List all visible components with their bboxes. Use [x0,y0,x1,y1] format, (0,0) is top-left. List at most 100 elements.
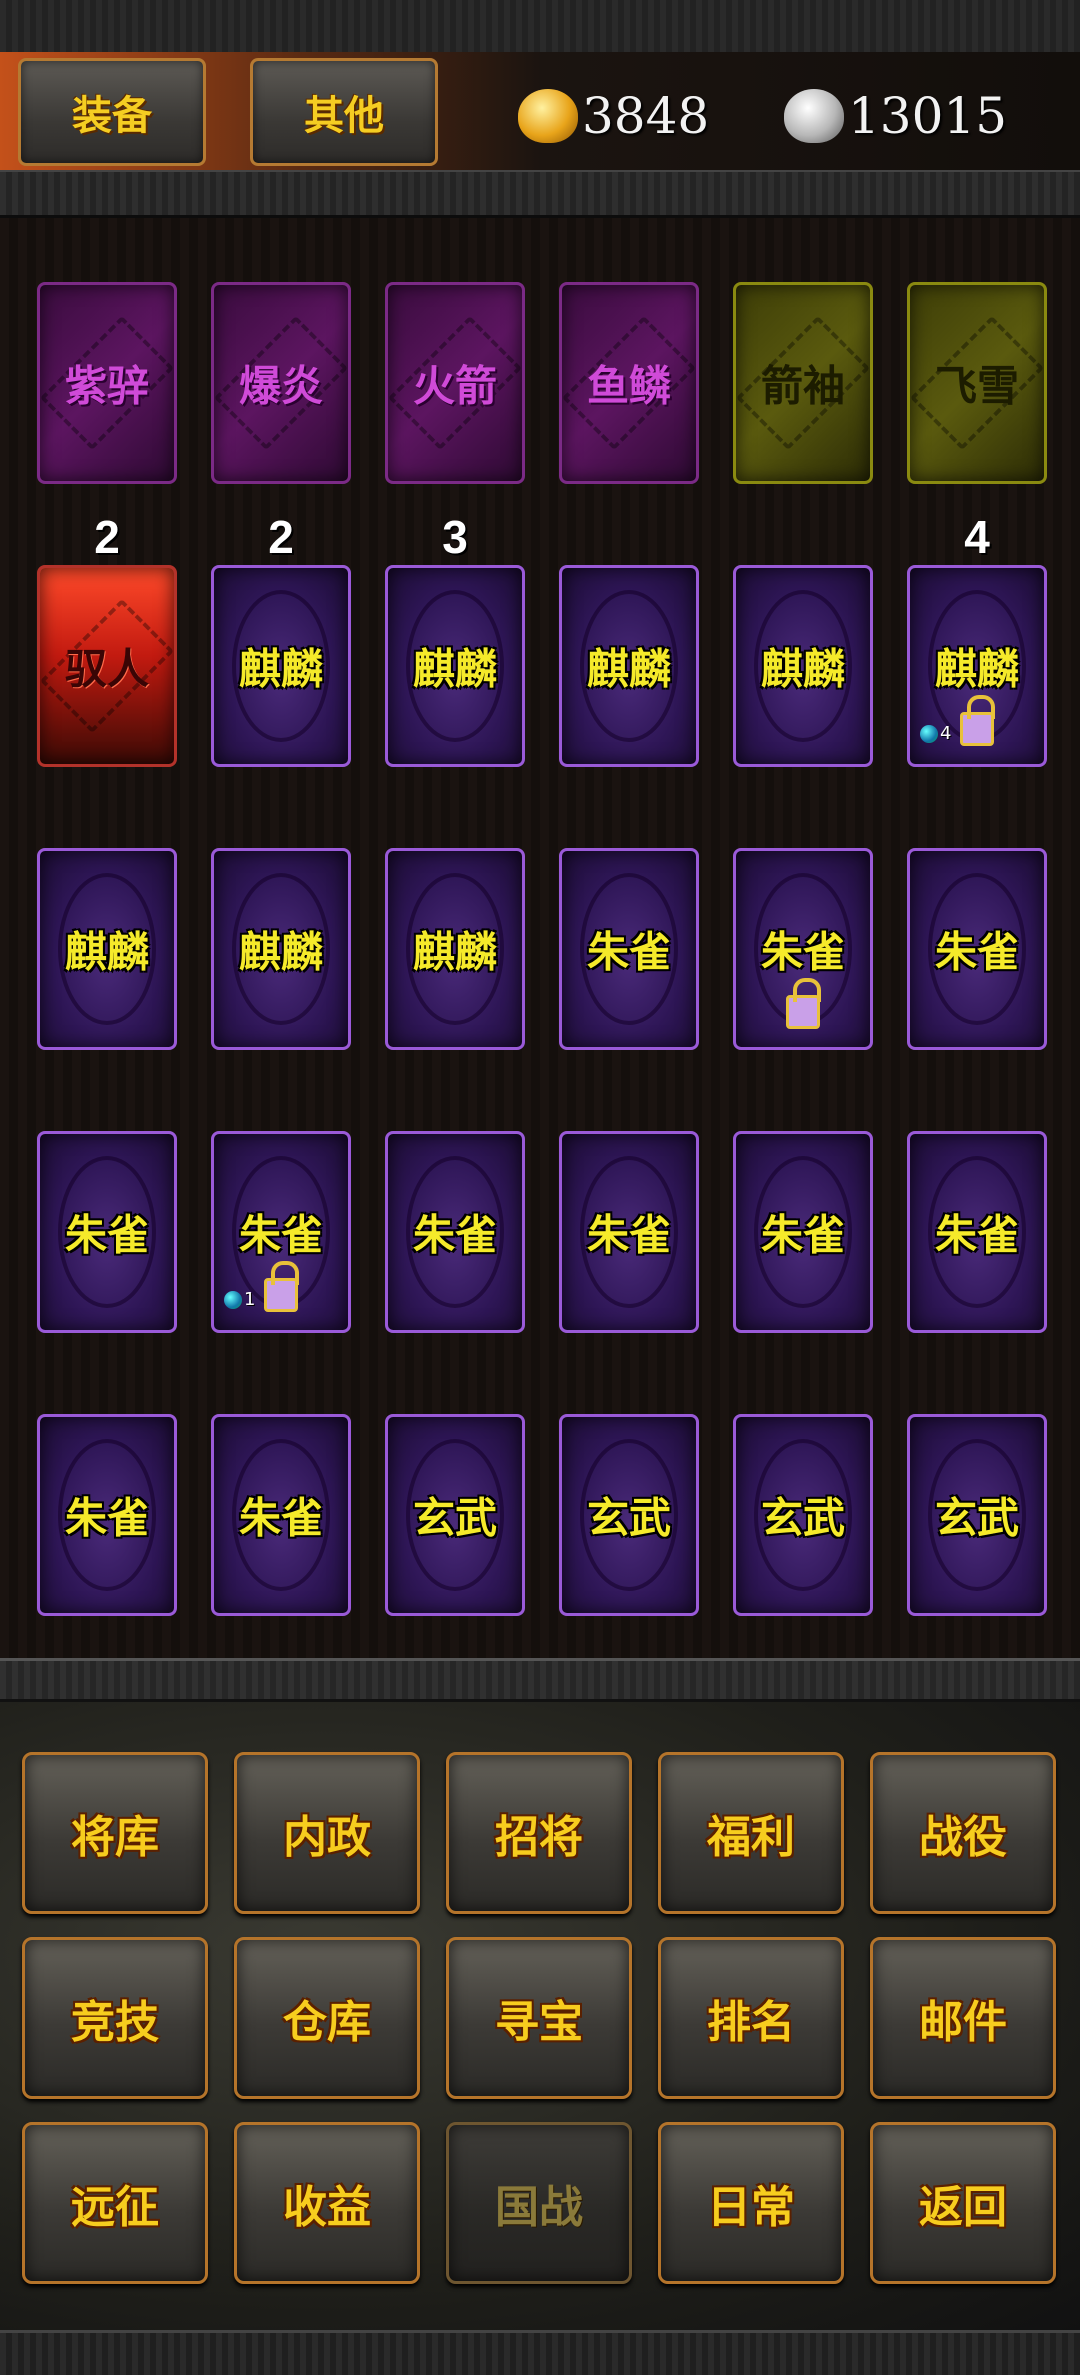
menu-button[interactable]: 寻宝 [446,1937,632,2099]
item-name: 麒麟 [238,927,323,977]
item-card[interactable]: 玄武 [559,1414,699,1616]
item-name: 爆炎 [238,361,323,411]
item-card[interactable]: 朱雀 [559,848,699,1050]
silver-ingot-icon [784,89,844,143]
item-card[interactable]: 朱雀 [385,1131,525,1333]
item-name: 麒麟 [412,927,497,977]
gold-ingot-icon [518,89,578,143]
item-name: 紫骍 [64,361,149,411]
item-name: 鱼鳞 [586,361,671,411]
menu-button[interactable]: 竞技 [22,1937,208,2099]
item-card[interactable]: 箭袖 [733,282,873,484]
bottom-decor-strip [0,2330,1080,2375]
item-card[interactable]: 麒麟 [559,565,699,767]
item-grid: 紫骍 2 爆炎 2 火箭 3 鱼鳞 箭袖 飞雪 4 驭人 麒麟 麒麟 麒麟 麒麟 麒麟 4 麒麟 麒麟 麒麟 朱雀 朱雀朱… [0,218,1080,1658]
item-card[interactable]: 朱雀 [733,1131,873,1333]
menu-button[interactable]: 将库 [22,1752,208,1914]
item-name: 玄武 [760,1493,845,1543]
gem-icon [224,1290,242,1309]
item-card[interactable]: 鱼鳞 [559,282,699,484]
item-name: 朱雀 [412,1210,497,1260]
gem-count: 1 [244,1289,256,1310]
menu-button[interactable]: 远征 [22,2122,208,2284]
mid-decor-strip [0,1658,1080,1702]
item-name: 麒麟 [238,644,323,694]
main-menu: 将库 内政 招将 福利 战役竞技 仓库 寻宝 排名 邮件远征 收益 国战 日常 返回 [0,1702,1080,2330]
lock-icon [786,978,821,1029]
menu-button[interactable]: 返回 [870,2122,1056,2284]
tab-other[interactable]: 其他 [250,58,438,166]
item-name: 麒麟 [412,644,497,694]
item-card[interactable]: 麒麟 [211,848,351,1050]
item-card[interactable]: 朱雀 [733,848,873,1050]
item-name: 飞雪 [934,361,1019,411]
item-card[interactable]: 朱雀 [37,1131,177,1333]
item-card[interactable]: 麒麟 [385,565,525,767]
item-card[interactable]: 紫骍 [37,282,177,484]
gem-badge: 4 [920,723,951,744]
item-card[interactable]: 朱雀 [907,1131,1047,1333]
menu-button[interactable]: 排名 [658,1937,844,2099]
item-card[interactable]: 朱雀 [211,1414,351,1616]
item-card[interactable]: 玄武 [907,1414,1047,1616]
item-card[interactable]: 麒麟 [37,848,177,1050]
menu-button[interactable]: 收益 [234,2122,420,2284]
item-name: 朱雀 [586,927,671,977]
item-name: 朱雀 [64,1493,149,1543]
item-card[interactable]: 朱雀 [907,848,1047,1050]
item-card[interactable]: 飞雪 [907,282,1047,484]
lock-icon [960,695,995,746]
item-name: 朱雀 [934,1210,1019,1260]
gold-amount: 3848 [582,87,710,145]
item-card[interactable]: 麒麟 [211,565,351,767]
item-card[interactable]: 玄武 [385,1414,525,1616]
gold-currency: 3848 [518,76,709,156]
menu-button[interactable]: 国战 [446,2122,632,2284]
item-name: 朱雀 [64,1210,149,1260]
item-count: 4 [964,511,990,563]
menu-button[interactable]: 招将 [446,1752,632,1914]
gem-badge: 1 [224,1289,255,1310]
menu-button[interactable]: 战役 [870,1752,1056,1914]
item-name: 朱雀 [586,1210,671,1260]
item-name: 玄武 [586,1493,671,1543]
item-count: 2 [94,511,120,563]
menu-button[interactable]: 日常 [658,2122,844,2284]
silver-amount: 13015 [848,87,1008,145]
item-card[interactable]: 朱雀 1 [211,1131,351,1333]
item-name: 麒麟 [760,644,845,694]
item-name: 箭袖 [760,361,845,411]
item-card[interactable]: 驭人 [37,565,177,767]
item-name: 玄武 [412,1493,497,1543]
gem-count: 4 [940,723,952,744]
item-card[interactable]: 朱雀 [559,1131,699,1333]
menu-button[interactable]: 邮件 [870,1937,1056,2099]
item-card[interactable]: 麒麟 [385,848,525,1050]
item-name: 朱雀 [760,927,845,977]
item-card[interactable]: 麒麟 [733,565,873,767]
item-card[interactable]: 麒麟 4 [907,565,1047,767]
menu-button[interactable]: 福利 [658,1752,844,1914]
item-name: 驭人 [64,644,149,694]
item-count: 2 [268,511,294,563]
menu-button[interactable]: 内政 [234,1752,420,1914]
lock-icon [264,1261,299,1312]
silver-currency: 13015 [784,76,1007,156]
top-decor-strip [0,0,1080,55]
item-card[interactable]: 火箭 [385,282,525,484]
item-name: 朱雀 [934,927,1019,977]
item-card[interactable]: 朱雀 [37,1414,177,1616]
item-count: 3 [442,511,468,563]
top-decor-strip-lower [0,170,1080,218]
menu-button[interactable]: 仓库 [234,1937,420,2099]
item-name: 麒麟 [934,644,1019,694]
item-name: 麒麟 [586,644,671,694]
item-card[interactable]: 爆炎 [211,282,351,484]
item-name: 麒麟 [64,927,149,977]
item-name: 朱雀 [760,1210,845,1260]
gem-icon [920,724,938,743]
tab-equipment[interactable]: 装备 [18,58,206,166]
item-name: 朱雀 [238,1210,323,1260]
item-name: 火箭 [412,361,497,411]
item-card[interactable]: 玄武 [733,1414,873,1616]
